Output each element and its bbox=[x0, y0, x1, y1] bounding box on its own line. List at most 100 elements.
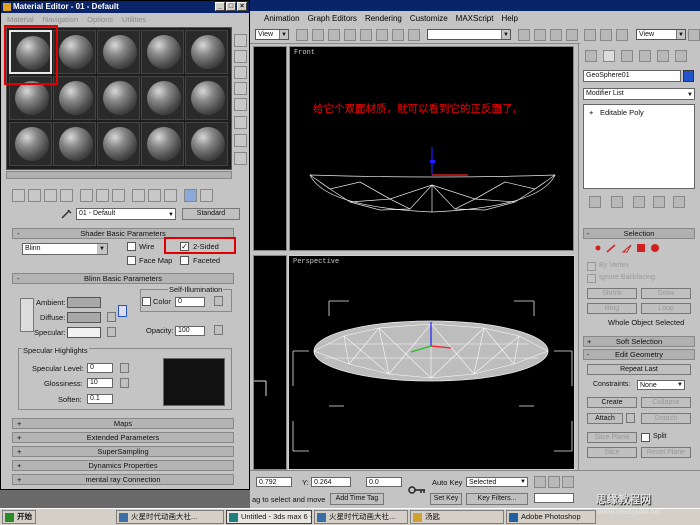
slice-plane-button[interactable]: Slice Plane bbox=[587, 432, 637, 443]
named-selection-dropdown[interactable]: ▼ bbox=[427, 29, 511, 40]
backlight-icon[interactable] bbox=[234, 50, 247, 63]
z-coordinate-field[interactable]: 0.0 bbox=[366, 477, 402, 487]
pick-material-eyedropper-icon[interactable] bbox=[60, 208, 74, 220]
sample-slot[interactable] bbox=[97, 76, 140, 120]
taskbar-item-2[interactable]: Untitled - 3ds max 6 -... bbox=[226, 510, 312, 524]
viewport-top-left[interactable] bbox=[253, 46, 287, 251]
sample-slot[interactable] bbox=[185, 122, 228, 166]
shrink-button[interactable]: Shrink bbox=[587, 288, 637, 299]
subobject-level-icons[interactable] bbox=[593, 242, 663, 254]
menu-maxscript[interactable]: MAXScript bbox=[456, 14, 494, 23]
modify-tab-icon[interactable] bbox=[603, 50, 615, 62]
quick-render-icon[interactable] bbox=[616, 29, 628, 41]
start-button[interactable]: 开始 bbox=[2, 510, 36, 524]
minimize-button[interactable]: _ bbox=[215, 2, 225, 11]
select-by-material-icon[interactable] bbox=[234, 152, 247, 165]
render-scene-icon[interactable] bbox=[600, 29, 612, 41]
taskbar-item-4[interactable]: 汤匙 bbox=[410, 510, 504, 524]
select-icon[interactable] bbox=[312, 29, 324, 41]
go-forward-to-sibling-icon[interactable] bbox=[200, 189, 213, 202]
go-to-start-icon[interactable] bbox=[534, 476, 546, 488]
slots-scrollbar[interactable] bbox=[6, 171, 232, 179]
current-frame-field[interactable] bbox=[534, 493, 574, 503]
make-preview-icon[interactable] bbox=[234, 116, 247, 129]
key-mode-dropdown[interactable]: Selected ▼ bbox=[466, 477, 528, 487]
stack-item-editable-poly[interactable]: + Editable Poly bbox=[586, 107, 692, 118]
display-tab-icon[interactable] bbox=[657, 50, 669, 62]
add-time-tag-button[interactable]: Add Time Tag bbox=[330, 493, 384, 505]
sample-slot[interactable] bbox=[97, 122, 140, 166]
layer-icon[interactable] bbox=[550, 29, 562, 41]
rollout-edit-geometry[interactable]: - Edit Geometry bbox=[583, 349, 695, 360]
pivot-icon[interactable] bbox=[296, 29, 308, 41]
split-checkbox[interactable] bbox=[641, 433, 650, 442]
snap-icon[interactable] bbox=[376, 29, 388, 41]
diffuse-color-swatch[interactable] bbox=[67, 312, 101, 323]
reset-plane-button[interactable]: Reset Plane bbox=[641, 447, 691, 458]
rollout-soft-selection[interactable]: + Soft Selection bbox=[583, 336, 695, 347]
sample-slot[interactable] bbox=[185, 76, 228, 120]
put-to-library-icon[interactable] bbox=[112, 189, 125, 202]
render-last-icon[interactable] bbox=[688, 29, 700, 41]
by-vertex-checkbox[interactable] bbox=[587, 262, 596, 271]
play-icon[interactable] bbox=[562, 476, 574, 488]
close-button[interactable]: × bbox=[237, 2, 247, 11]
taskbar-item-1[interactable]: 火星时代动画大社... bbox=[116, 510, 224, 524]
material-editor-icon[interactable] bbox=[584, 29, 596, 41]
key-icon[interactable] bbox=[408, 485, 426, 495]
material-editor-title-bar[interactable]: Material Editor - 01 - Default _ □ × bbox=[1, 1, 249, 13]
curve-editor-icon[interactable] bbox=[566, 29, 578, 41]
sample-slot[interactable] bbox=[53, 30, 96, 74]
background-icon[interactable] bbox=[234, 66, 247, 79]
rollout-selection[interactable]: - Selection bbox=[583, 228, 695, 239]
align-icon[interactable] bbox=[534, 29, 546, 41]
get-material-icon[interactable] bbox=[12, 189, 25, 202]
menu-utilities[interactable]: Utilities bbox=[122, 15, 146, 24]
sample-slot[interactable] bbox=[141, 122, 184, 166]
rollout-maps[interactable]: + Maps bbox=[12, 418, 234, 429]
render-type-dropdown[interactable]: View ▼ bbox=[636, 29, 686, 40]
taskbar-item-5[interactable]: Adobe Photoshop bbox=[506, 510, 596, 524]
utilities-tab-icon[interactable] bbox=[675, 50, 687, 62]
move-icon[interactable] bbox=[328, 29, 340, 41]
glossiness-spinner[interactable]: 10 bbox=[87, 378, 113, 388]
detach-button[interactable]: Detach bbox=[641, 413, 691, 424]
taskbar-item-3[interactable]: 火星时代动画大社... bbox=[314, 510, 408, 524]
x-coordinate-field[interactable]: 0.792 bbox=[256, 477, 292, 487]
mirror-icon[interactable] bbox=[518, 29, 530, 41]
percent-snap-icon[interactable] bbox=[408, 29, 420, 41]
sample-slot[interactable] bbox=[53, 122, 96, 166]
sample-type-icon[interactable] bbox=[234, 34, 247, 47]
rollout-blinn-basic[interactable]: - Blinn Basic Parameters bbox=[12, 273, 234, 284]
viewport-front[interactable]: Front bbox=[289, 46, 574, 251]
rollout-extended-parameters[interactable]: + Extended Parameters bbox=[12, 432, 234, 443]
show-end-result-icon[interactable] bbox=[164, 189, 177, 202]
sample-slot[interactable] bbox=[97, 30, 140, 74]
menu-animation[interactable]: Animation bbox=[264, 14, 300, 23]
scale-icon[interactable] bbox=[360, 29, 372, 41]
auto-key-button[interactable]: Auto Key bbox=[432, 478, 462, 487]
sample-slot[interactable] bbox=[9, 122, 52, 166]
face-map-checkbox[interactable] bbox=[127, 256, 136, 265]
options-icon[interactable] bbox=[234, 134, 247, 147]
rollout-mental-ray-connection[interactable]: + mental ray Connection bbox=[12, 474, 234, 485]
set-key-button[interactable]: Set Key bbox=[430, 493, 462, 505]
specular-level-map-button[interactable] bbox=[120, 363, 129, 373]
remove-modifier-icon[interactable] bbox=[653, 196, 665, 208]
modifier-list-dropdown[interactable]: Modifier List ▼ bbox=[583, 88, 695, 100]
menu-rendering[interactable]: Rendering bbox=[365, 14, 402, 23]
grow-button[interactable]: Grow bbox=[641, 288, 691, 299]
sample-slot[interactable] bbox=[141, 30, 184, 74]
material-name-field[interactable]: 01 - Default ▼ bbox=[76, 208, 176, 220]
slice-button[interactable]: Slice bbox=[587, 447, 637, 458]
angle-snap-icon[interactable] bbox=[392, 29, 404, 41]
make-unique-icon[interactable] bbox=[633, 196, 645, 208]
self-illum-spinner[interactable]: 0 bbox=[175, 297, 205, 307]
lock-icon[interactable] bbox=[118, 305, 127, 317]
make-unique-icon[interactable] bbox=[96, 189, 109, 202]
sample-slot[interactable] bbox=[141, 76, 184, 120]
configure-modifier-icon[interactable] bbox=[673, 196, 685, 208]
previous-frame-icon[interactable] bbox=[548, 476, 560, 488]
create-tab-icon[interactable] bbox=[585, 50, 597, 62]
specular-map-button[interactable] bbox=[107, 327, 116, 337]
